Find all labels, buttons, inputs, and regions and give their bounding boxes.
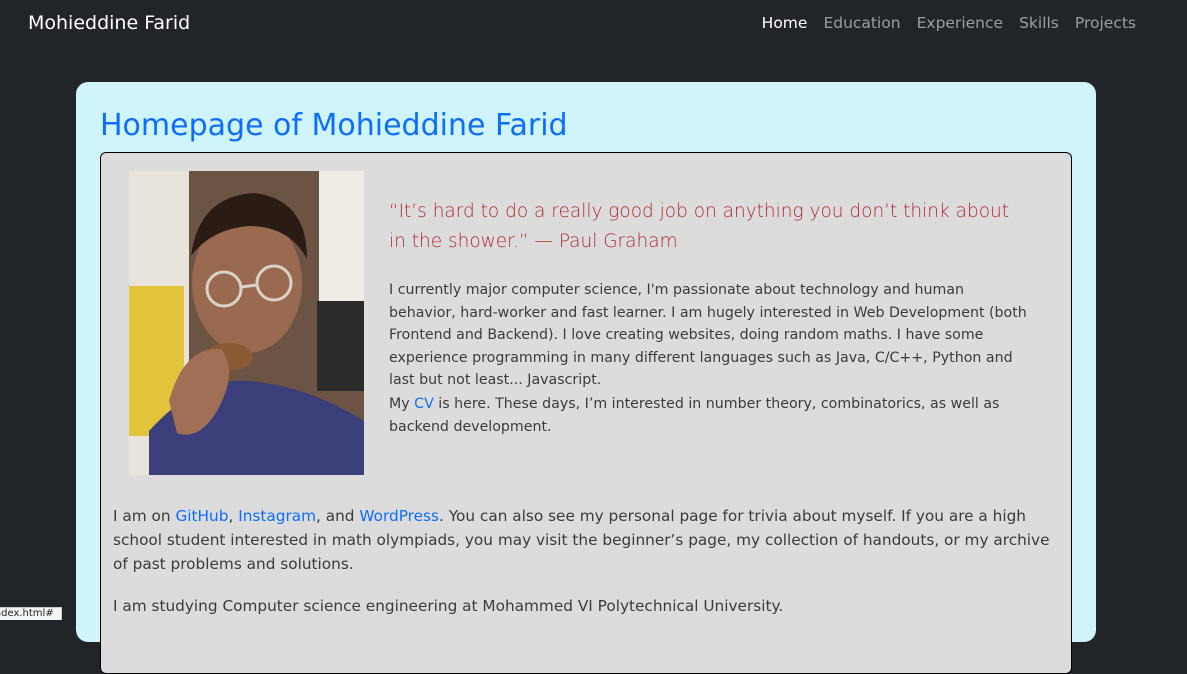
cv-link[interactable]: CV (414, 396, 434, 412)
page-title: Homepage of Mohieddine Farid (100, 108, 568, 143)
main-card: Homepage of Mohieddine Farid “It’s hard … (76, 82, 1096, 674)
content-box: “It’s hard to do a really good job on an… (100, 152, 1072, 674)
nav-education[interactable]: Education (823, 14, 900, 32)
top-navbar: Mohieddine Farid Home Education Experien… (0, 0, 1187, 48)
brand-link[interactable]: Mohieddine Farid (28, 12, 190, 34)
cv-prefix: My (389, 396, 415, 412)
cv-suffix: is here. These days, I’m interested in n… (389, 396, 1000, 435)
study-text: I am studying Computer science engineeri… (113, 597, 784, 615)
bio-text: I currently major computer science, I'm … (389, 282, 1027, 388)
cv-paragraph: My CV is here. These days, I’m intereste… (389, 393, 1029, 438)
nav-links: Home Education Experience Skills Project… (746, 14, 1136, 32)
github-link[interactable]: GitHub (175, 507, 228, 525)
links-separator-2: , and (316, 507, 360, 525)
instagram-link[interactable]: Instagram (238, 507, 316, 525)
quote-text: “It’s hard to do a really good job on an… (389, 201, 1009, 252)
nav-projects[interactable]: Projects (1075, 14, 1136, 32)
social-links-paragraph: I am on GitHub, Instagram, and WordPress… (113, 504, 1068, 576)
profile-photo (129, 171, 364, 475)
status-bar-url: index.html# (0, 607, 62, 620)
wordpress-link[interactable]: WordPress (359, 507, 439, 525)
nav-experience[interactable]: Experience (917, 14, 1003, 32)
links-separator-1: , (228, 507, 239, 525)
nav-skills[interactable]: Skills (1019, 14, 1059, 32)
links-prefix: I am on (113, 507, 176, 525)
profile-photo-illustration (129, 171, 364, 475)
nav-home[interactable]: Home (762, 14, 808, 32)
